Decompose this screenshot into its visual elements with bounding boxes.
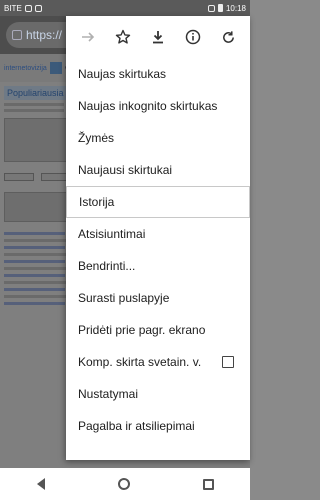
menu-item-find-in-page[interactable]: Surasti puslapyje bbox=[66, 282, 250, 314]
forward-icon[interactable] bbox=[77, 26, 99, 48]
status-bar: BITE 10:18 bbox=[0, 0, 250, 16]
notification-icon bbox=[24, 4, 32, 12]
clock: 10:18 bbox=[225, 3, 246, 13]
menu-item-label: Naujausi skirtukai bbox=[78, 163, 173, 177]
refresh-icon[interactable] bbox=[217, 26, 239, 48]
menu-item-label: Surasti puslapyje bbox=[78, 291, 170, 305]
carrier-label: BITE bbox=[4, 3, 22, 13]
menu-item-label: Istorija bbox=[79, 195, 115, 209]
home-icon[interactable] bbox=[117, 478, 130, 490]
battery-icon bbox=[217, 4, 223, 12]
menu-item-bookmarks[interactable]: Žymės bbox=[66, 122, 250, 154]
text-line bbox=[4, 109, 64, 112]
back-icon[interactable] bbox=[36, 478, 45, 490]
download-icon[interactable] bbox=[147, 26, 169, 48]
desktop-site-checkbox[interactable] bbox=[222, 356, 234, 368]
signal-icon bbox=[207, 4, 215, 12]
lock-icon bbox=[12, 30, 22, 40]
system-nav-bar bbox=[0, 468, 250, 500]
info-icon[interactable] bbox=[182, 26, 204, 48]
browser-overflow-menu: Naujas skirtukas Naujas inkognito skirtu… bbox=[66, 16, 250, 460]
menu-item-add-to-home-screen[interactable]: Pridėti prie pagr. ekrano bbox=[66, 314, 250, 346]
menu-item-new-tab[interactable]: Naujas skirtukas bbox=[66, 58, 250, 90]
menu-item-label: Nustatymai bbox=[78, 387, 139, 401]
menu-item-label: Pagalba ir atsiliepimai bbox=[78, 419, 195, 433]
menu-item-help-feedback[interactable]: Pagalba ir atsiliepimai bbox=[66, 410, 250, 442]
text-line bbox=[4, 103, 64, 106]
menu-item-history[interactable]: Istorija bbox=[66, 186, 250, 218]
menu-toolbar bbox=[66, 16, 250, 58]
site-name: internetovizija bbox=[4, 64, 47, 72]
menu-item-label: Atsisiuntimai bbox=[78, 227, 146, 241]
menu-item-label: Bendrinti... bbox=[78, 259, 136, 273]
menu-item-label: Žymės bbox=[78, 131, 114, 145]
page-button bbox=[4, 173, 34, 181]
menu-item-settings[interactable]: Nustatymai bbox=[66, 378, 250, 410]
site-logo-icon bbox=[49, 62, 62, 74]
recent-apps-icon[interactable] bbox=[202, 478, 214, 490]
menu-item-label: Komp. skirta svetain. v. bbox=[78, 355, 202, 369]
menu-item-label: Naujas skirtukas bbox=[78, 67, 167, 81]
bookmark-star-icon[interactable] bbox=[112, 26, 134, 48]
menu-item-share[interactable]: Bendrinti... bbox=[66, 250, 250, 282]
notification-icon bbox=[34, 4, 42, 12]
menu-item-label: Pridėti prie pagr. ekrano bbox=[78, 323, 206, 337]
url-text: https:// bbox=[26, 28, 63, 42]
menu-item-downloads[interactable]: Atsisiuntimai bbox=[66, 218, 250, 250]
menu-item-desktop-site[interactable]: Komp. skirta svetain. v. bbox=[66, 346, 250, 378]
menu-item-new-incognito-tab[interactable]: Naujas inkognito skirtukas bbox=[66, 90, 250, 122]
menu-item-label: Naujas inkognito skirtukas bbox=[78, 99, 218, 113]
menu-item-recent-tabs[interactable]: Naujausi skirtukai bbox=[66, 154, 250, 186]
